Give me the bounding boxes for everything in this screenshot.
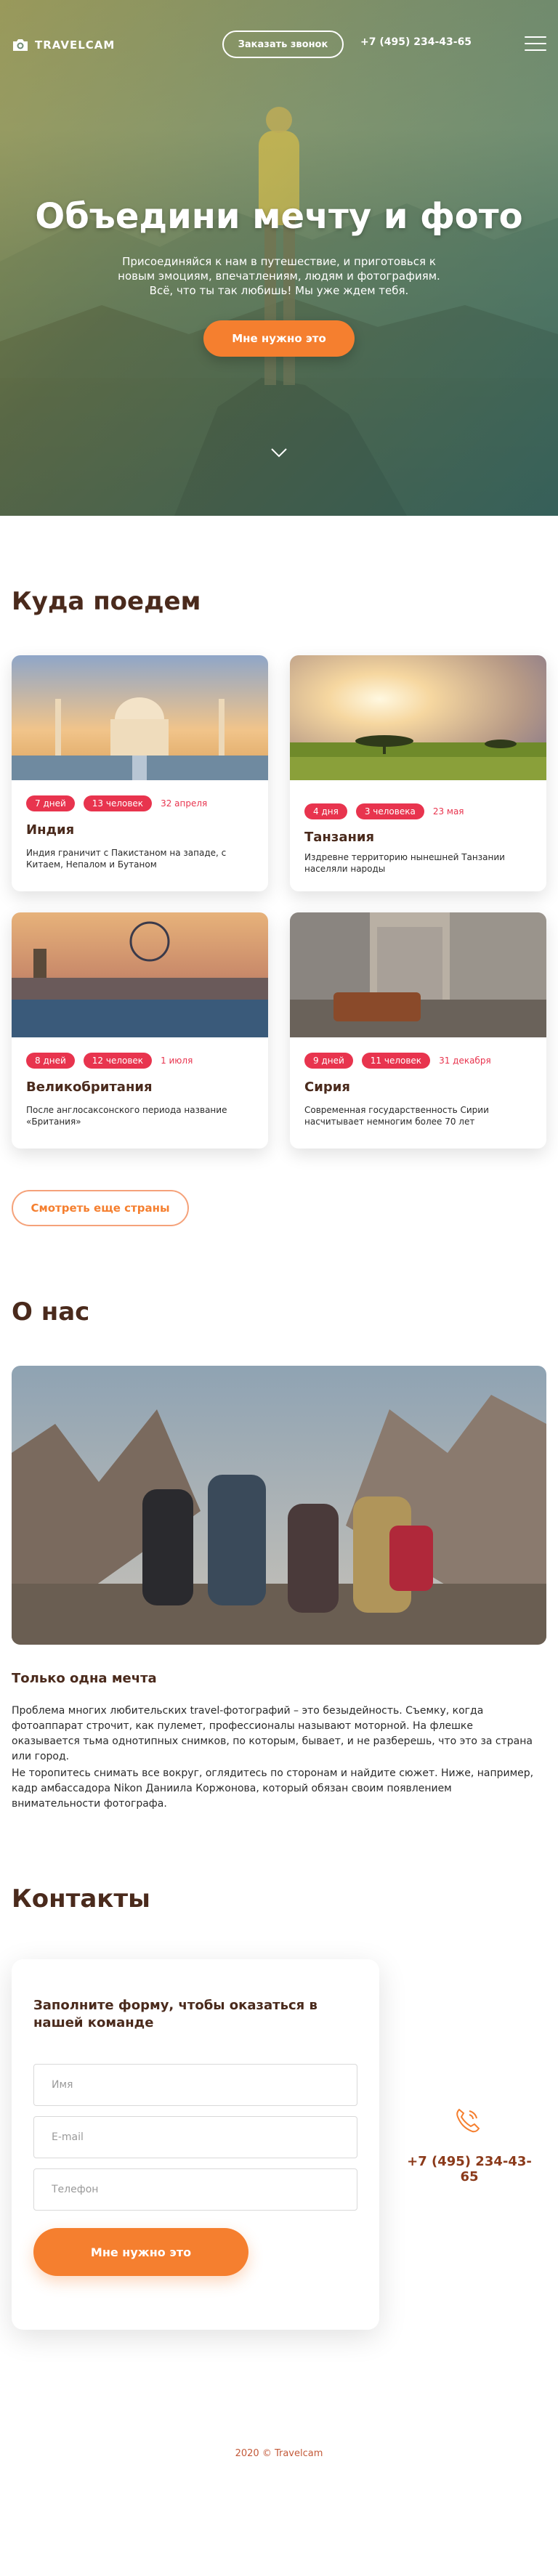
uk-image <box>12 912 268 1037</box>
card-tags: 8 дней 12 человек 1 июля <box>26 1053 193 1069</box>
burger-menu-icon[interactable] <box>525 36 546 51</box>
about-title: О нас <box>12 1297 90 1327</box>
days-badge: 9 дней <box>304 1053 353 1069</box>
tanzania-image <box>290 655 546 780</box>
about-paragraph-1: Проблема многих любительских travel-фото… <box>12 1705 533 1762</box>
contact-phone-link[interactable]: +7 (495) 234-43-65 <box>404 2154 535 2184</box>
trip-date: 1 июля <box>161 1056 193 1066</box>
days-badge: 4 дня <box>304 803 347 819</box>
people-badge: 13 человек <box>83 795 153 811</box>
card-tags: 9 дней 11 человек 31 декабря <box>304 1053 491 1069</box>
people-badge: 3 человека <box>355 803 424 819</box>
about-paragraph-2: Не торопитесь снимать все вокруг, огляди… <box>12 1767 534 1810</box>
hikers-photo <box>12 1366 546 1645</box>
destination-card-india[interactable]: 7 дней 13 человек 32 апреля Индия Индия … <box>12 655 268 891</box>
days-badge: 8 дней <box>26 1053 75 1069</box>
join-form: Заполните форму, чтобы оказаться в нашей… <box>12 1959 379 2330</box>
trip-date: 31 декабря <box>439 1056 491 1066</box>
people-badge: 11 человек <box>361 1053 431 1069</box>
phone-field[interactable] <box>33 2168 357 2211</box>
logo[interactable]: TRAVELCAM <box>12 38 115 52</box>
card-description: После англосаксонского периода название … <box>26 1105 227 1127</box>
card-title: Великобритания <box>26 1080 153 1095</box>
card-title: Танзания <box>304 830 375 845</box>
destinations-title: Куда поедем <box>12 587 201 616</box>
hero-section: TRAVELCAM Заказать звонок +7 (495) 234-4… <box>0 0 558 516</box>
card-title: Сирия <box>304 1080 350 1095</box>
more-countries-button[interactable]: Смотреть еще страны <box>12 1190 189 1226</box>
hero-cta-button[interactable]: Мне нужно это <box>203 320 355 357</box>
destination-card-uk[interactable]: 8 дней 12 человек 1 июля Великобритания … <box>12 912 268 1149</box>
submit-button[interactable]: Мне нужно это <box>33 2228 248 2276</box>
form-title: Заполните форму, чтобы оказаться в нашей… <box>33 1998 318 2030</box>
destination-card-syria[interactable]: 9 дней 11 человек 31 декабря Сирия Совре… <box>290 912 546 1149</box>
phone-icon <box>456 2108 480 2133</box>
email-field[interactable] <box>33 2116 357 2158</box>
hero-subtitle: Присоединяйся к нам в путешествие, и при… <box>118 255 440 297</box>
trip-date: 23 мая <box>432 806 464 817</box>
chevron-down-icon[interactable] <box>270 447 288 458</box>
trip-date: 32 апреля <box>161 798 208 809</box>
name-field[interactable] <box>33 2064 357 2106</box>
camera-icon <box>13 39 28 51</box>
about-subtitle: Только одна мечта <box>12 1671 157 1686</box>
people-badge: 12 человек <box>83 1053 153 1069</box>
hero-title: Объедини мечту и фото <box>35 196 523 237</box>
destination-card-tanzania[interactable]: 4 дня 3 человека 23 мая Танзания Издревн… <box>290 655 546 891</box>
footer-copyright: 2020 © Travelcam <box>235 2448 323 2459</box>
callback-button[interactable]: Заказать звонок <box>222 31 344 58</box>
india-image <box>12 655 268 780</box>
contacts-title: Контакты <box>12 1884 150 1913</box>
syria-image <box>290 912 546 1037</box>
about-image <box>12 1366 546 1645</box>
days-badge: 7 дней <box>26 795 75 811</box>
card-tags: 4 дня 3 человека 23 мая <box>304 803 464 819</box>
card-description: Издревне территорию нынешней Танзании на… <box>304 852 505 874</box>
card-description: Индия граничит с Пакистаном на западе, с… <box>26 848 227 870</box>
card-title: Индия <box>26 822 75 838</box>
card-tags: 7 дней 13 человек 32 апреля <box>26 795 207 811</box>
header-phone-link[interactable]: +7 (495) 234-43-65 <box>360 36 472 48</box>
logo-text: TRAVELCAM <box>35 39 116 52</box>
card-description: Современная государственность Сирии насч… <box>304 1105 489 1127</box>
